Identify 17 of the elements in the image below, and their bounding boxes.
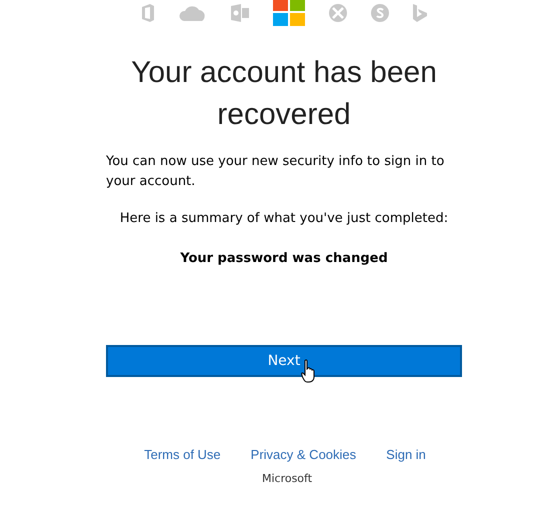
footer-link[interactable]: Privacy & Cookies xyxy=(250,447,356,462)
windows-logo-icon xyxy=(273,0,305,26)
next-button[interactable]: Next xyxy=(106,345,462,377)
mail-icon xyxy=(231,4,249,22)
skype-icon xyxy=(371,4,389,22)
message-text: You can now use your new security info to sign in to your account. xyxy=(106,153,446,191)
xbox-icon xyxy=(329,4,347,22)
hand-cursor-icon xyxy=(301,359,317,383)
footer-link[interactable]: Sign in xyxy=(386,447,426,462)
bing-icon xyxy=(413,4,427,22)
office-icon xyxy=(141,4,155,22)
summary-intro: Here is a summary of what you've just completed: xyxy=(118,210,450,228)
footer-brand: Microsoft xyxy=(260,472,314,485)
footer-link[interactable]: Terms of Use xyxy=(144,447,221,462)
summary-item: Your password was changed xyxy=(179,250,389,268)
cloud-icon xyxy=(179,4,207,20)
page-heading: Your account has been recovered xyxy=(130,55,438,133)
